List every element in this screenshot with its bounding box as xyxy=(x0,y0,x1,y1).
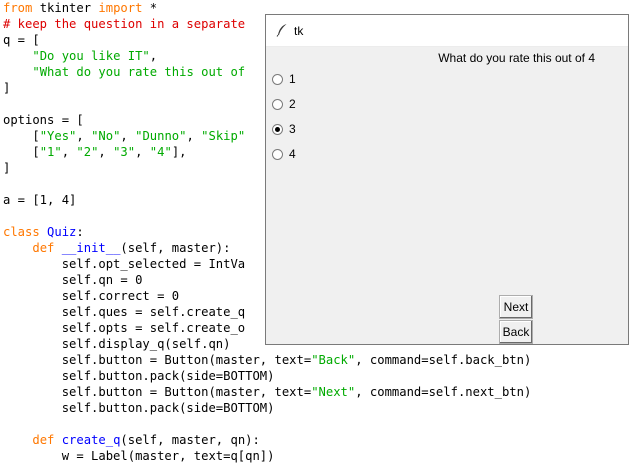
code-token: import xyxy=(98,1,143,15)
code-token: : xyxy=(76,225,84,239)
code-line: self.button.pack(side=BOTTOM) xyxy=(3,400,629,416)
code-token: tkinter xyxy=(32,1,99,15)
code-token: q = [ xyxy=(3,33,40,47)
code-token: "Do you like IT" xyxy=(32,49,150,63)
code-token: "1" xyxy=(39,145,62,159)
radio-button-icon[interactable] xyxy=(272,148,283,160)
code-token: (self, master): xyxy=(120,241,231,255)
code-token: self.button = Button(master, text= xyxy=(3,353,312,367)
code-token: self.button = Button(master, text= xyxy=(3,385,312,399)
code-token: ] xyxy=(3,81,11,95)
option-radio-1[interactable]: 1 xyxy=(272,71,296,87)
option-label: 1 xyxy=(289,72,296,86)
code-token: def xyxy=(32,241,55,255)
back-button[interactable]: Back xyxy=(499,320,533,344)
code-token: , xyxy=(76,129,92,143)
code-token: self.correct = 0 xyxy=(3,289,180,303)
code-token: [ xyxy=(3,145,40,159)
code-line: self.button = Button(master, text="Next"… xyxy=(3,384,629,400)
code-token: self.qn = 0 xyxy=(3,273,143,287)
code-token: w = Label(master, text=q[qn]) xyxy=(3,449,275,463)
option-radio-4[interactable]: 4 xyxy=(272,146,296,162)
code-token: "4" xyxy=(149,145,172,159)
radio-button-icon[interactable] xyxy=(272,123,283,135)
code-token: ] xyxy=(3,161,11,175)
option-label: 3 xyxy=(289,122,296,136)
radio-button-icon[interactable] xyxy=(272,73,283,85)
code-token: , xyxy=(120,129,136,143)
code-token: "Dunno" xyxy=(135,129,187,143)
option-label: 4 xyxy=(289,147,296,161)
code-token: "Next" xyxy=(311,385,356,399)
code-token: # keep the question in a separate xyxy=(3,17,246,31)
code-token: self.opt_selected = IntVa xyxy=(3,257,246,271)
code-line: self.button = Button(master, text="Back"… xyxy=(3,352,629,368)
code-token: "2" xyxy=(76,145,99,159)
code-token: self.opts = self.create_o xyxy=(3,321,246,335)
code-token: "Back" xyxy=(311,353,356,367)
code-token: from xyxy=(3,1,33,15)
option-radio-3[interactable]: 3 xyxy=(272,121,296,137)
code-token: , xyxy=(186,129,202,143)
code-line: self.button.pack(side=BOTTOM) xyxy=(3,368,629,384)
code-token: a = [1, 4] xyxy=(3,193,77,207)
code-token: options = [ xyxy=(3,113,84,127)
code-token: class xyxy=(3,225,40,239)
question-label: What do you rate this out of 4 xyxy=(438,51,595,65)
code-token: [ xyxy=(3,129,40,143)
code-token: , xyxy=(149,49,158,63)
option-label: 2 xyxy=(289,97,296,111)
code-token: , xyxy=(98,145,114,159)
radio-button-icon[interactable] xyxy=(272,98,283,110)
code-token: (self, master, qn): xyxy=(120,433,260,447)
code-token: , xyxy=(135,145,150,159)
code-token: self.button.pack(side=BOTTOM) xyxy=(3,369,275,383)
code-token: self.display_q(self.qn) xyxy=(3,337,231,351)
code-token: , command=self.next_btn) xyxy=(355,385,532,399)
code-line: def create_q(self, master, qn): xyxy=(3,432,629,448)
code-token: , command=self.back_btn) xyxy=(355,353,532,367)
code-token: ], xyxy=(171,145,187,159)
option-radio-2[interactable]: 2 xyxy=(272,96,296,112)
code-token: __init__ xyxy=(61,241,121,255)
next-button[interactable]: Next xyxy=(499,295,533,319)
code-token: "Yes" xyxy=(39,129,77,143)
feather-icon xyxy=(276,24,287,37)
code-token: "What do you rate this out of xyxy=(32,65,246,79)
code-token: create_q xyxy=(61,433,121,447)
window-title: tk xyxy=(294,24,304,38)
window-titlebar[interactable]: tk xyxy=(266,15,628,47)
code-token: Quiz xyxy=(47,225,77,239)
tk-window: tk What do you rate this out of 4 1 2 3 … xyxy=(265,14,629,345)
code-token: "3" xyxy=(113,145,136,159)
code-token: self.button.pack(side=BOTTOM) xyxy=(3,401,275,415)
code-token: "No" xyxy=(91,129,121,143)
code-token: * xyxy=(142,1,158,15)
code-token: self.ques = self.create_q xyxy=(3,305,246,319)
code-token: , xyxy=(61,145,77,159)
code-token: "Skip" xyxy=(201,129,246,143)
code-line: w = Label(master, text=q[qn]) xyxy=(3,448,629,464)
code-token: def xyxy=(32,433,55,447)
